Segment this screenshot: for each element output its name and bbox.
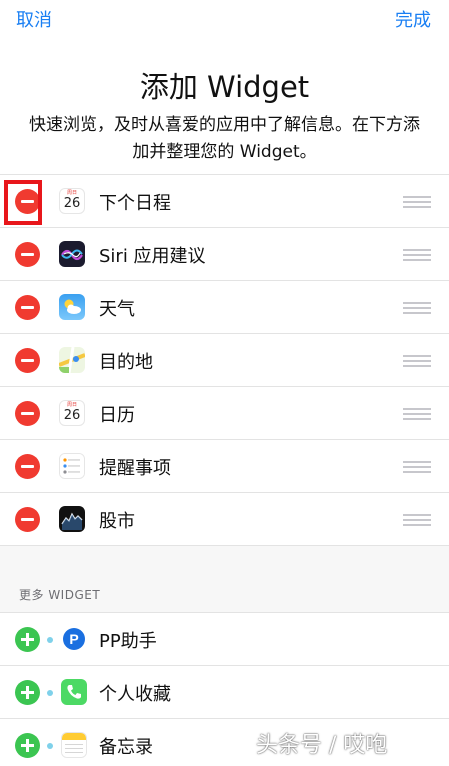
widget-row: 提醒事项 bbox=[0, 440, 449, 493]
cancel-button[interactable]: 取消 bbox=[16, 6, 52, 32]
reorder-handle-icon[interactable] bbox=[403, 514, 431, 526]
highlight-box bbox=[4, 180, 42, 225]
more-widget-row: P PP助手 bbox=[0, 613, 449, 666]
new-indicator-icon bbox=[47, 690, 53, 696]
widget-row: Siri 应用建议 bbox=[0, 228, 449, 281]
remove-icon[interactable] bbox=[15, 401, 40, 426]
remove-icon[interactable] bbox=[15, 242, 40, 267]
more-widgets-heading: 更多 WIDGET bbox=[19, 588, 101, 602]
more-widget-row: 个人收藏 bbox=[0, 666, 449, 719]
widget-label: 下个日程 bbox=[99, 193, 171, 214]
widget-label: 天气 bbox=[99, 299, 135, 320]
notes-icon bbox=[61, 732, 87, 758]
widget-row: 周日 26 下个日程 bbox=[0, 175, 449, 228]
widget-label: 个人收藏 bbox=[99, 684, 171, 705]
watermark: 头条号 / 哎咆 bbox=[256, 733, 388, 758]
remove-icon[interactable] bbox=[15, 507, 40, 532]
stocks-icon bbox=[59, 506, 85, 532]
weather-icon bbox=[59, 294, 85, 320]
reminders-icon bbox=[59, 453, 85, 479]
add-icon[interactable] bbox=[15, 733, 40, 758]
reorder-handle-icon[interactable] bbox=[403, 196, 431, 208]
remove-icon[interactable] bbox=[15, 348, 40, 373]
nav-bar: 取消 完成 bbox=[0, 0, 449, 36]
add-icon[interactable] bbox=[15, 680, 40, 705]
reorder-handle-icon[interactable] bbox=[403, 461, 431, 473]
maps-icon bbox=[59, 347, 85, 373]
calendar-icon: 周日 26 bbox=[59, 188, 85, 214]
done-button[interactable]: 完成 bbox=[395, 6, 431, 32]
reorder-handle-icon[interactable] bbox=[403, 302, 431, 314]
page-title: 添加 Widget bbox=[139, 70, 310, 104]
widget-label: PP助手 bbox=[99, 631, 157, 652]
svg-text:P: P bbox=[69, 631, 78, 647]
new-indicator-icon bbox=[47, 743, 53, 749]
reorder-handle-icon[interactable] bbox=[403, 408, 431, 420]
widget-row: 周日 26 日历 bbox=[0, 387, 449, 440]
phone-icon bbox=[61, 679, 87, 705]
widget-label: Siri 应用建议 bbox=[99, 246, 206, 267]
remove-icon[interactable] bbox=[15, 295, 40, 320]
pp-assistant-icon: P bbox=[61, 626, 87, 652]
remove-icon[interactable] bbox=[15, 454, 40, 479]
widget-row: 股市 bbox=[0, 493, 449, 546]
widget-label: 目的地 bbox=[99, 352, 153, 373]
siri-icon bbox=[59, 241, 85, 267]
new-indicator-icon bbox=[47, 637, 53, 643]
widget-label: 提醒事项 bbox=[99, 458, 171, 479]
widget-label: 日历 bbox=[99, 405, 135, 426]
add-icon[interactable] bbox=[15, 627, 40, 652]
page-subtitle: 快速浏览，及时从喜爱的应用中了解信息。在下方添加并整理您的 Widget。 bbox=[29, 115, 420, 162]
active-widget-list: 周日 26 下个日程 Siri 应用建议 天气 目的地 周日 26 日历 提醒事… bbox=[0, 174, 449, 546]
widget-label: 备忘录 bbox=[99, 737, 153, 758]
widget-label: 股市 bbox=[99, 511, 135, 532]
widget-row: 天气 bbox=[0, 281, 449, 334]
calendar-icon: 周日 26 bbox=[59, 400, 85, 426]
reorder-handle-icon[interactable] bbox=[403, 355, 431, 367]
widget-row: 目的地 bbox=[0, 334, 449, 387]
reorder-handle-icon[interactable] bbox=[403, 249, 431, 261]
